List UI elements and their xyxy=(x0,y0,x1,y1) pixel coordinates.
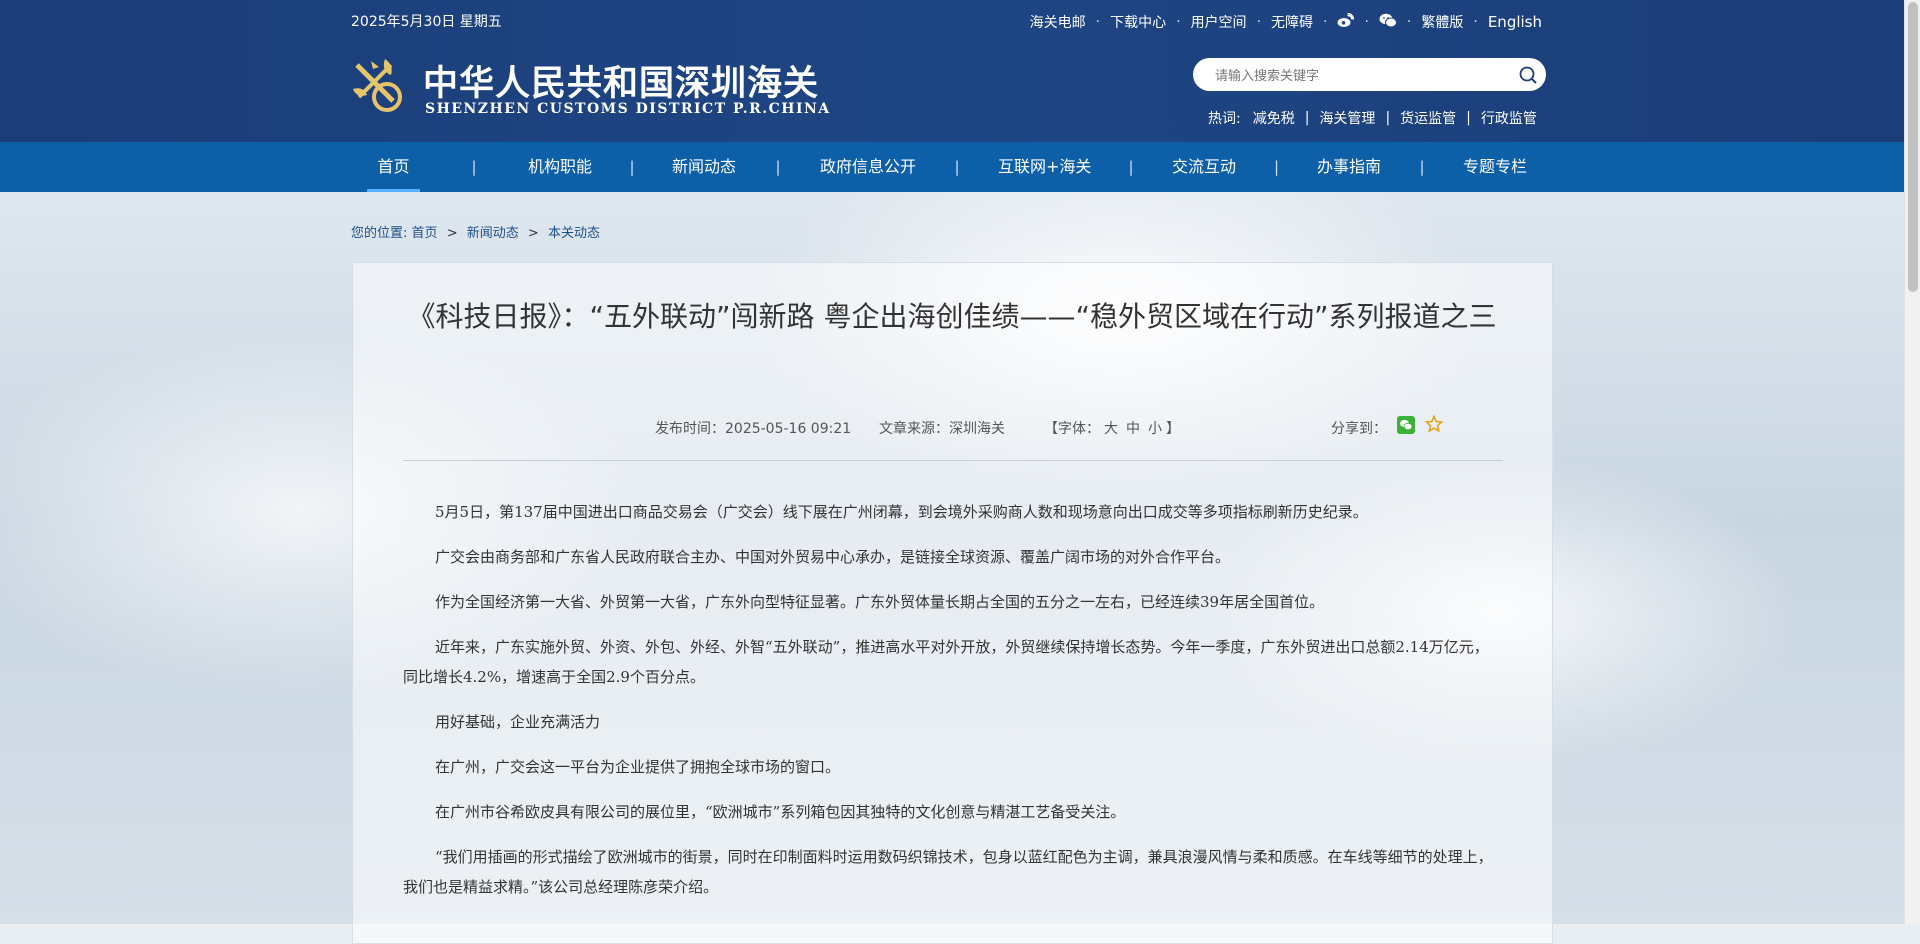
wechat-share-icon[interactable] xyxy=(1397,416,1415,434)
font-size-large[interactable]: 大 xyxy=(1104,421,1118,437)
article-body: 5月5日，第137届中国进出口商品交易会（广交会）线下展在广州闭幕，到会境外采购… xyxy=(403,497,1503,917)
current-date: 2025年5月30日 星期五 xyxy=(351,14,502,30)
font-size-controls: 【字体：大中小】 xyxy=(1044,421,1180,437)
hot-word-link[interactable]: 货运监管 xyxy=(1400,108,1456,128)
breadcrumb: 您的位置: 首页 > 新闻动态 > 本关动态 xyxy=(351,226,600,241)
toplink-email[interactable]: 海关电邮 xyxy=(1030,12,1086,32)
logo-chinese-name: 中华人民共和国深圳海关 xyxy=(423,63,820,104)
page-scrollbar[interactable] xyxy=(1904,0,1920,924)
breadcrumb-home[interactable]: 首页 xyxy=(412,226,438,241)
article-source: 文章来源：深圳海关 xyxy=(879,421,1005,437)
scrollbar-thumb[interactable] xyxy=(1908,2,1918,292)
traditional-chinese-link[interactable]: 繁體版 xyxy=(1421,12,1463,32)
hot-word-link[interactable]: 海关管理 xyxy=(1319,108,1375,128)
breadcrumb-local-news[interactable]: 本关动态 xyxy=(548,226,600,241)
hot-words: 热词: 减免税 | 海关管理 | 货运监管 | 行政监管 xyxy=(1208,108,1537,128)
hot-words-label: 热词: xyxy=(1208,111,1241,127)
nav-item-gov-info[interactable]: 政府信息公开 xyxy=(820,142,916,192)
site-logo[interactable]: 中华人民共和国深圳海关 SHENZHEN CUSTOMS DISTRICT P.… xyxy=(351,55,829,121)
site-header: 2025年5月30日 星期五 海关电邮 · 下载中心 · 用户空间 · 无障碍 … xyxy=(0,0,1904,142)
breadcrumb-news[interactable]: 新闻动态 xyxy=(467,226,519,241)
nav-item-interaction[interactable]: 交流互动 xyxy=(1172,142,1236,192)
article-paragraph: 在广州，广交会这一平台为企业提供了拥抱全球市场的窗口。 xyxy=(435,758,841,776)
nav-item-news[interactable]: 新闻动态 xyxy=(672,142,736,192)
customs-emblem-icon xyxy=(353,59,402,112)
article-paragraph: 广交会由商务部和广东省人民政府联合主办、中国对外贸易中心承办，是链接全球资源、覆… xyxy=(435,548,1231,566)
wechat-icon[interactable] xyxy=(1379,13,1397,32)
article-paragraph: 作为全国经济第一大省、外贸第一大省，广东外向型特征显著。广东外贸体量长期占全国的… xyxy=(435,593,1325,611)
english-link[interactable]: English xyxy=(1488,13,1542,31)
hot-word-link[interactable]: 减免税 xyxy=(1253,108,1295,128)
article-paragraph: 在广州市谷希欧皮具有限公司的展位里，“欧洲城市”系列箱包因其独特的文化创意与精湛… xyxy=(435,803,1126,821)
article-panel: 《科技日报》：“五外联动”闯新路 粤企出海创佳绩——“稳外贸区域在行动”系列报道… xyxy=(352,262,1553,944)
nav-item-organization[interactable]: 机构职能 xyxy=(528,142,592,192)
font-size-small[interactable]: 小 xyxy=(1148,421,1162,437)
weibo-icon[interactable] xyxy=(1337,12,1355,32)
article-paragraph: “我们用插画的形式描绘了欧洲城市的街景，同时在印制面料时运用数码织锦技术，包身以… xyxy=(403,848,1493,896)
title-divider xyxy=(403,460,1503,461)
toplink-accessibility[interactable]: 无障碍 xyxy=(1271,12,1313,32)
article-subheading: 用好基础，企业充满活力 xyxy=(435,713,601,731)
article-title: 《科技日报》：“五外联动”闯新路 粤企出海创佳绩——“稳外贸区域在行动”系列报道… xyxy=(407,300,1497,333)
font-size-medium[interactable]: 中 xyxy=(1126,421,1140,437)
article-meta: 发布时间：2025-05-16 09:21 文章来源：深圳海关 【字体：大中小】… xyxy=(353,415,1552,438)
search-input[interactable] xyxy=(1213,65,1507,87)
main-nav: 首页 | 机构职能 | 新闻动态 | 政府信息公开 | 互联网+海关 | 交流互… xyxy=(0,142,1904,192)
nav-item-special-topics[interactable]: 专题专栏 xyxy=(1463,142,1527,192)
search-icon[interactable] xyxy=(1518,65,1538,85)
favorite-star-icon[interactable] xyxy=(1425,415,1443,433)
breadcrumb-label: 您的位置: xyxy=(351,226,408,241)
toplink-user-space[interactable]: 用户空间 xyxy=(1191,12,1247,32)
hot-word-link[interactable]: 行政监管 xyxy=(1481,108,1537,128)
nav-item-internet-customs[interactable]: 互联网+海关 xyxy=(998,142,1091,192)
article-paragraph: 5月5日，第137届中国进出口商品交易会（广交会）线下展在广州闭幕，到会境外采购… xyxy=(435,503,1368,521)
share-label: 分享到： xyxy=(1331,421,1387,437)
toplink-downloads[interactable]: 下载中心 xyxy=(1110,12,1166,32)
top-links: 海关电邮 · 下载中心 · 用户空间 · 无障碍 · · · 繁體版 · Eng… xyxy=(1029,12,1542,32)
logo-english-name: SHENZHEN CUSTOMS DISTRICT P.R.CHINA xyxy=(425,101,831,117)
nav-item-guide[interactable]: 办事指南 xyxy=(1317,142,1381,192)
article-paragraph: 近年来，广东实施外贸、外资、外包、外经、外智“五外联动”，推进高水平对外开放，外… xyxy=(403,638,1489,686)
search-box xyxy=(1193,58,1546,91)
nav-item-home[interactable]: 首页 xyxy=(367,142,420,192)
publish-time: 发布时间：2025-05-16 09:21 xyxy=(655,421,852,437)
